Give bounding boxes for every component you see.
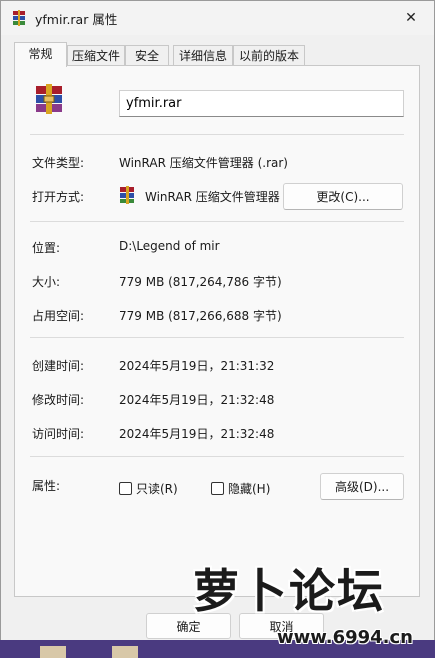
open-with-label: 打开方式:	[32, 190, 85, 204]
accessed-value: 2024年5月19日，21:32:48	[119, 427, 275, 441]
file-type-label: 文件类型:	[32, 156, 85, 170]
checkbox-box[interactable]	[119, 482, 132, 495]
watermark-url: www.6994.cn	[277, 627, 413, 648]
location-label: 位置:	[32, 241, 61, 255]
open-with-value: WinRAR 压缩文件管理器	[145, 190, 280, 204]
tab-archive[interactable]: 压缩文件	[67, 45, 125, 65]
watermark: 萝卜论坛 www.6994.cn	[185, 555, 435, 658]
tab-security[interactable]: 安全	[125, 45, 169, 65]
tab-previous-versions[interactable]: 以前的版本	[233, 45, 305, 65]
modified-value: 2024年5月19日，21:32:48	[119, 393, 275, 407]
title-bar[interactable]: yfmir.rar 属性 ✕	[1, 1, 434, 35]
modified-label: 修改时间:	[32, 393, 85, 407]
desktop-thumbnail	[112, 646, 138, 658]
size-label: 大小:	[32, 275, 61, 289]
file-type-value: WinRAR 压缩文件管理器 (.rar)	[119, 156, 288, 170]
tab-general[interactable]: 常规	[14, 42, 67, 67]
desktop-thumbnail	[40, 646, 66, 658]
watermark-brand: 萝卜论坛	[193, 564, 385, 618]
winrar-app-icon	[120, 186, 134, 204]
separator	[30, 134, 404, 135]
close-button[interactable]: ✕	[388, 1, 434, 35]
close-icon: ✕	[405, 10, 417, 26]
checkbox-box[interactable]	[211, 482, 224, 495]
tab-details[interactable]: 详细信息	[173, 45, 233, 65]
separator	[30, 221, 404, 222]
separator	[30, 456, 404, 457]
size-value: 779 MB (817,264,786 字节)	[119, 275, 282, 289]
attributes-label: 属性:	[32, 479, 61, 493]
general-panel: 文件类型: WinRAR 压缩文件管理器 (.rar) 打开方式: WinRAR…	[14, 65, 420, 597]
hidden-label: 隐藏(H)	[228, 482, 271, 496]
rar-file-icon	[36, 84, 62, 114]
advanced-button[interactable]: 高级(D)...	[320, 473, 404, 500]
location-value: D:\Legend of mir	[119, 239, 220, 253]
separator	[30, 337, 404, 338]
created-value: 2024年5月19日，21:31:32	[119, 359, 275, 373]
window-title: yfmir.rar 属性	[35, 12, 118, 27]
disk-size-label: 占用空间:	[32, 309, 85, 323]
file-name-input[interactable]	[119, 90, 404, 117]
readonly-checkbox[interactable]: 只读(R)	[119, 480, 178, 497]
accessed-label: 访问时间:	[32, 427, 85, 441]
hidden-checkbox[interactable]: 隐藏(H)	[211, 480, 270, 497]
disk-size-value: 779 MB (817,266,688 字节)	[119, 309, 282, 323]
properties-dialog: yfmir.rar 属性 ✕ 常规 压缩文件 安全 详细信息 以前的版本 文件类…	[0, 0, 435, 642]
winrar-icon	[13, 10, 25, 26]
change-button[interactable]: 更改(C)...	[283, 183, 403, 210]
readonly-label: 只读(R)	[136, 482, 178, 496]
created-label: 创建时间:	[32, 359, 85, 373]
